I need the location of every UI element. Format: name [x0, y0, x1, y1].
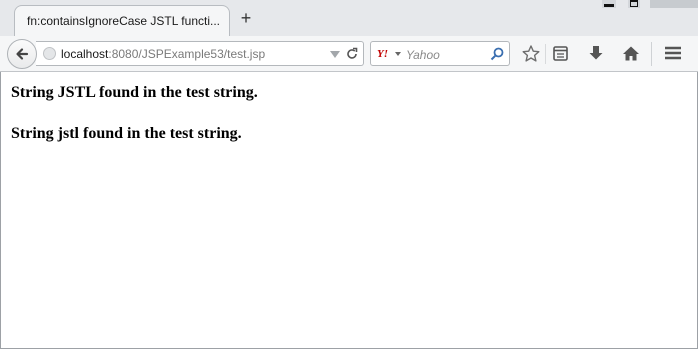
search-engine-dropdown-icon[interactable]	[395, 52, 401, 56]
search-icon[interactable]	[490, 47, 504, 66]
bookmark-star-icon[interactable]	[521, 44, 541, 64]
home-icon[interactable]	[621, 44, 641, 64]
url-bar[interactable]: localhost:8080/JSPExample53/test.jsp	[36, 41, 364, 66]
tab-title: fn:containsIgnoreCase JSTL functi...	[27, 14, 220, 28]
back-button[interactable]	[7, 39, 37, 69]
close-window-button[interactable]	[650, 0, 698, 8]
result-line-1: String JSTL found in the test string.	[11, 84, 258, 101]
yahoo-logo[interactable]: Y!	[377, 48, 388, 60]
download-icon[interactable]	[586, 44, 606, 64]
toolbar-separator	[651, 42, 652, 66]
window-controls	[578, 0, 698, 10]
maximize-icon[interactable]	[628, 0, 640, 8]
navigation-toolbar: localhost:8080/JSPExample53/test.jsp Y! …	[0, 36, 698, 72]
result-line-2: String jstl found in the test string.	[11, 125, 242, 142]
toolbar-separator	[545, 44, 546, 64]
reading-list-icon[interactable]	[551, 44, 571, 64]
menu-icon[interactable]	[663, 44, 683, 64]
back-arrow-icon	[16, 48, 29, 60]
url-host: localhost	[61, 47, 109, 61]
url-text[interactable]: localhost:8080/JSPExample53/test.jsp	[61, 47, 265, 61]
minimize-icon[interactable]	[602, 0, 616, 8]
search-bar[interactable]: Y! Yahoo	[370, 41, 510, 66]
browser-window: fn:containsIgnoreCase JSTL functi... + l…	[0, 0, 698, 349]
url-path: :8080/JSPExample53/test.jsp	[108, 47, 266, 61]
reload-icon[interactable]	[345, 47, 359, 66]
globe-icon	[43, 47, 56, 60]
tab-active[interactable]: fn:containsIgnoreCase JSTL functi...	[14, 5, 230, 37]
search-placeholder[interactable]: Yahoo	[406, 48, 440, 62]
new-tab-button[interactable]: +	[238, 9, 254, 27]
tab-strip: fn:containsIgnoreCase JSTL functi... +	[0, 0, 698, 37]
page-content: String JSTL found in the test string. St…	[0, 72, 698, 349]
history-dropdown-icon[interactable]	[330, 51, 340, 58]
